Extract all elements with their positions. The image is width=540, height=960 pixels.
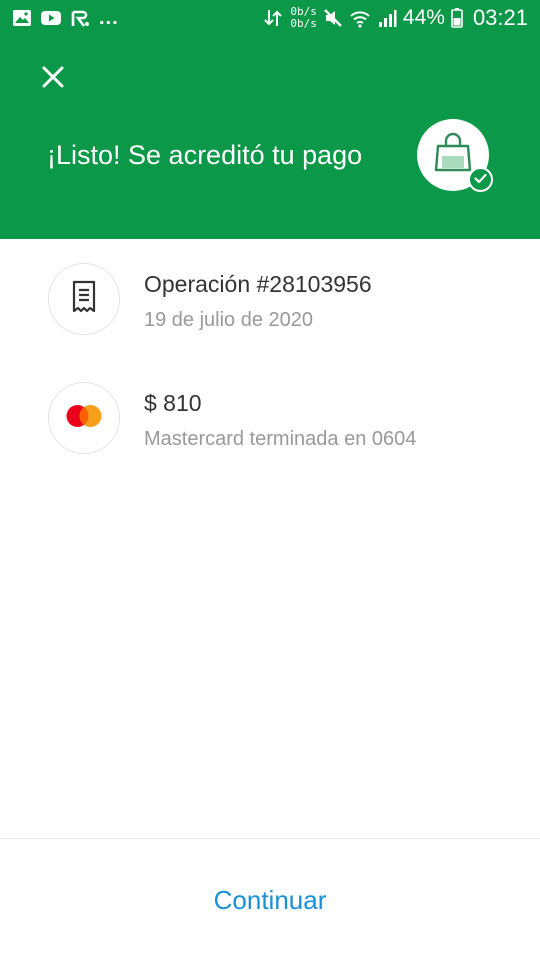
net-down-speed: 0b/s xyxy=(290,17,317,30)
receipt-icon xyxy=(71,280,97,319)
status-bar: ... 0b/s 0b/s 44% 03:21 xyxy=(0,0,540,36)
payment-icon-container xyxy=(48,382,120,454)
operation-date: 19 de julio de 2020 xyxy=(144,309,314,331)
status-overflow: ... xyxy=(99,6,119,29)
clock: 03:21 xyxy=(472,5,528,30)
youtube-icon xyxy=(41,10,61,26)
mute-icon xyxy=(323,8,343,28)
close-icon xyxy=(41,65,65,94)
battery-percent: 44% xyxy=(402,6,445,29)
status-bar-right: 0b/s 0b/s 44% 03:21 xyxy=(262,0,528,36)
gallery-icon xyxy=(12,9,32,27)
success-header: ¡Listo! Se acreditó tu pago xyxy=(0,36,540,239)
check-badge xyxy=(468,167,493,192)
mastercard-icon xyxy=(65,404,103,433)
payment-amount: $ 810 xyxy=(144,390,202,416)
battery-icon xyxy=(451,8,463,28)
close-button[interactable] xyxy=(38,64,68,94)
signal-icon xyxy=(377,8,397,28)
data-arrows-icon xyxy=(262,7,284,29)
operation-row: Operación #28103956 19 de julio de 2020 xyxy=(0,263,540,343)
operation-icon-container xyxy=(48,263,120,335)
operation-number: Operación #28103956 xyxy=(144,271,372,297)
payment-row: $ 810 Mastercard terminada en 0604 xyxy=(0,382,540,462)
page-title: ¡Listo! Se acreditó tu pago xyxy=(47,140,363,170)
network-speed: 0b/s 0b/s xyxy=(290,6,317,30)
payment-method: Mastercard terminada en 0604 xyxy=(144,428,417,450)
continue-button[interactable]: Continuar xyxy=(0,860,540,940)
shopping-bag-icon xyxy=(433,132,473,179)
wifi-icon xyxy=(349,8,371,28)
status-bar-left: ... xyxy=(12,0,119,36)
accessibility-icon xyxy=(70,8,90,28)
check-icon xyxy=(474,171,487,189)
footer-divider xyxy=(0,838,540,839)
